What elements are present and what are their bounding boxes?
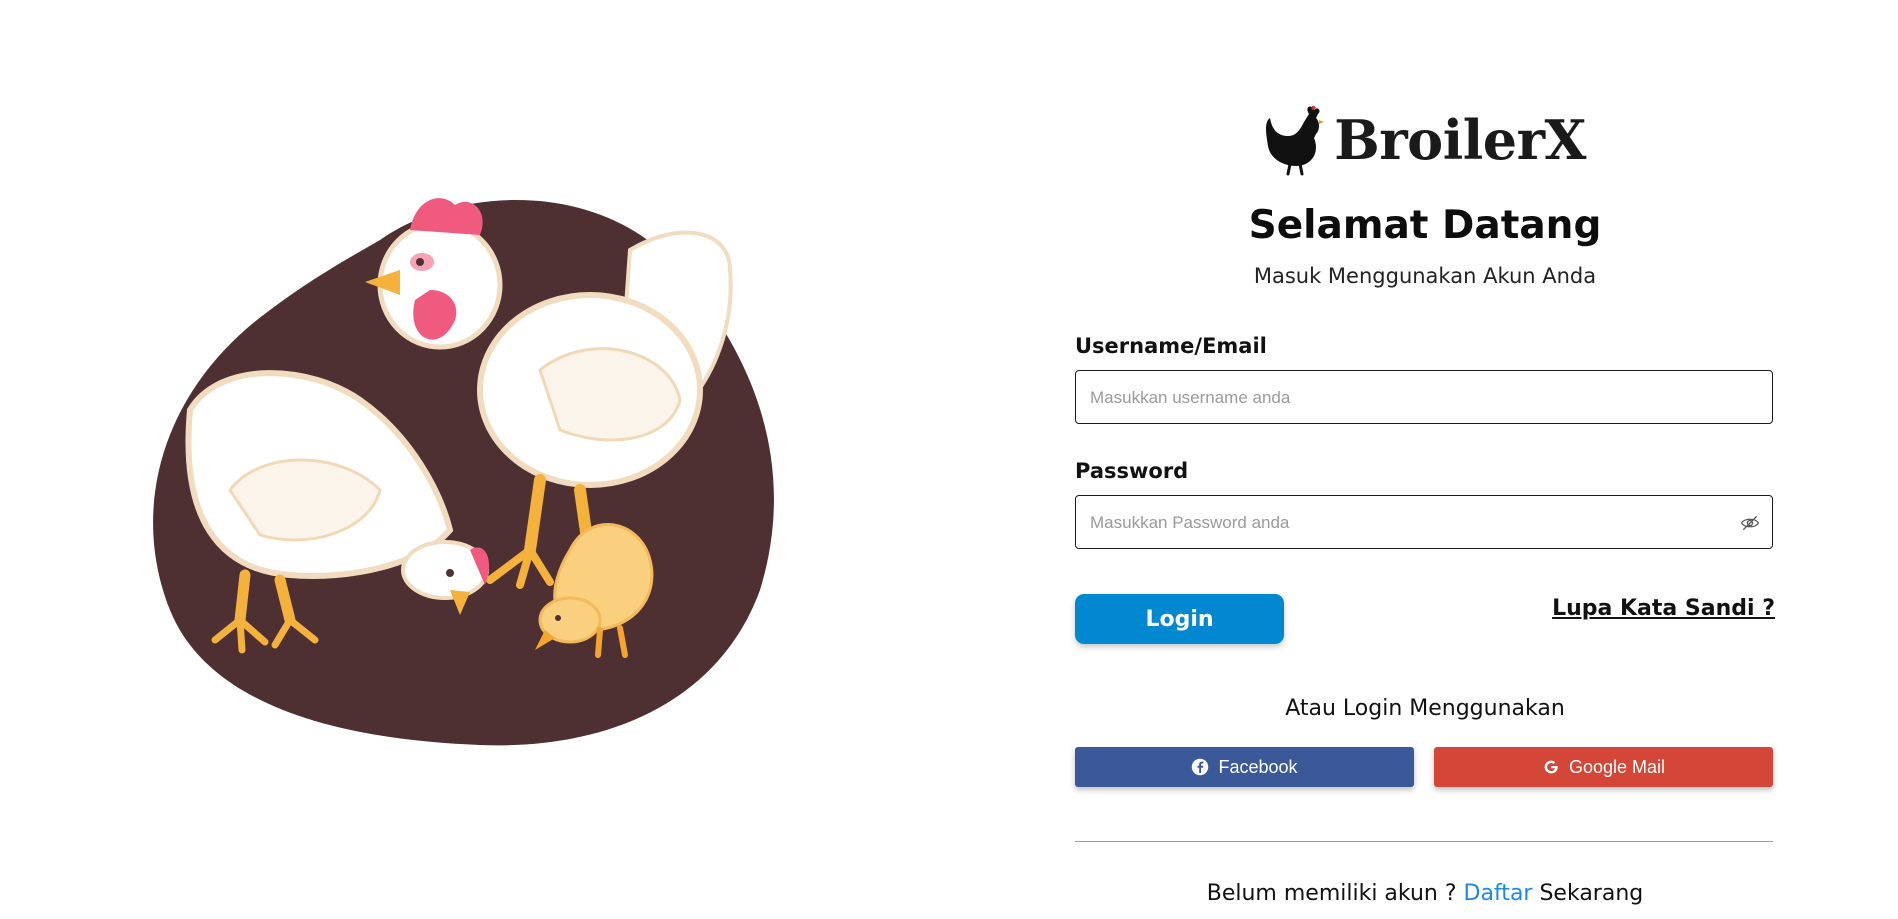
divider [1075, 841, 1773, 842]
username-field-box [1075, 370, 1773, 425]
forgot-password-link[interactable]: Lupa Kata Sandi ? [1552, 596, 1775, 621]
login-panel: BroilerX Selamat Datang Masuk Menggunaka… [1075, 0, 1775, 919]
eye-slash-icon[interactable] [1740, 513, 1760, 533]
signup-link[interactable]: Daftar [1464, 881, 1533, 906]
facebook-label: Facebook [1218, 756, 1298, 777]
google-label: Google Mail [1568, 756, 1666, 777]
username-label: Username/Email [1075, 334, 1267, 358]
page-subtitle: Masuk Menggunakan Akun Anda [1253, 264, 1597, 288]
alt-login-heading: Atau Login Menggunakan [1285, 696, 1565, 721]
username-input[interactable] [1088, 371, 1712, 425]
chickens-illustration [153, 198, 774, 746]
password-input[interactable] [1088, 496, 1712, 550]
password-label: Password [1075, 459, 1189, 483]
brand-logo: BroilerX [1075, 100, 1775, 180]
signup-text: Belum memiliki akun ? Daftar Sekarang [1075, 881, 1775, 906]
login-button[interactable]: Login [1075, 594, 1284, 644]
google-login-button[interactable]: Google Mail [1434, 747, 1773, 787]
google-icon [1544, 760, 1558, 774]
chicken-icon [1266, 105, 1325, 176]
facebook-icon [1192, 758, 1209, 776]
signup-suffix: Sekarang [1532, 881, 1644, 906]
brand-name: BroilerX [1334, 108, 1586, 172]
password-field-box [1075, 495, 1773, 550]
page-title: Selamat Datang [1248, 203, 1602, 248]
facebook-login-button[interactable]: Facebook [1075, 747, 1414, 787]
illustration-panel [0, 0, 960, 919]
signup-prefix: Belum memiliki akun ? [1206, 881, 1464, 906]
